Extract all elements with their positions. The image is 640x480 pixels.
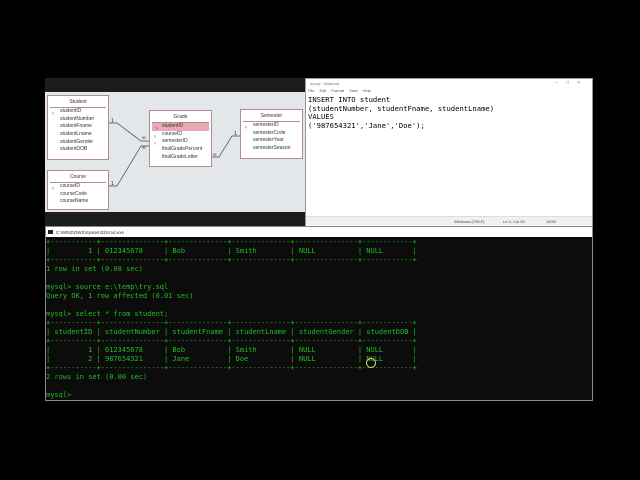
table-field[interactable]: studentDOB	[48, 146, 108, 154]
table-title: Grade	[152, 111, 209, 123]
field-name: studentDOB	[60, 146, 88, 153]
primary-key-icon: ♀	[244, 123, 248, 130]
one-label: 1	[234, 131, 237, 137]
field-name: finalGradePercent	[162, 146, 203, 153]
menu-edit[interactable]: Edit	[319, 88, 326, 93]
field-name: semesterCode	[253, 129, 286, 136]
primary-key-icon: ♀	[153, 132, 157, 139]
table-field[interactable]: courseCode	[48, 191, 108, 199]
many-label: ∞	[142, 145, 146, 151]
table-course[interactable]: Course ♀ courseID courseCode courseName	[47, 170, 109, 210]
field-name: semesterID	[253, 122, 279, 128]
terminal-line: Query OK, 1 row affected (0.01 sec)	[46, 292, 194, 300]
field-name: studentID	[60, 108, 82, 114]
table-title: Semester	[243, 110, 300, 122]
terminal-line: | 2 | 987654321 | Jane | Doe | NULL | NU…	[46, 355, 417, 363]
terminal-line: 1 row in set (0.00 sec)	[46, 265, 143, 273]
table-title: Student	[50, 96, 106, 108]
terminal-line: +-----------+---------------+-----------…	[46, 238, 417, 246]
terminal-line: mysql> source e:\temp\try.sql	[46, 283, 169, 291]
table-field[interactable]: finalGradeLetter	[150, 154, 211, 162]
status-zoom: 100%	[546, 219, 557, 224]
cmd-window: C:\WINDOWS\System32\cmd.exe +-----------…	[45, 226, 593, 401]
many-label: ∞	[213, 152, 217, 158]
table-field[interactable]: ♀ semesterID	[241, 122, 302, 130]
terminal-line: +-----------+---------------+-----------…	[46, 364, 417, 372]
table-field[interactable]: ♀ studentID	[152, 123, 209, 131]
cmd-title-bar: C:\WINDOWS\System32\cmd.exe	[46, 227, 592, 237]
field-name: studentGender	[60, 138, 94, 145]
field-name: studentLname	[60, 131, 92, 138]
table-field[interactable]: ♀ courseID	[150, 131, 211, 139]
terminal-line: | 1 | 012345678 | Bob | Smith | NULL | N…	[46, 247, 417, 255]
field-name: semesterID	[162, 138, 188, 145]
table-field[interactable]: studentGender	[48, 139, 108, 147]
field-name: courseID	[162, 130, 183, 137]
terminal-line: | studentID | studentNumber | studentFna…	[46, 328, 417, 336]
terminal-output[interactable]: +-----------+---------------+-----------…	[46, 237, 592, 400]
mouse-cursor-icon	[366, 358, 376, 368]
table-title: Course	[50, 171, 106, 183]
table-grade[interactable]: Grade ♀ studentID ♀ courseID ♀ semesterID final…	[149, 110, 212, 167]
table-field[interactable]: studentNumber	[48, 116, 108, 124]
primary-key-icon: ♀	[153, 140, 157, 147]
table-field[interactable]: semesterCode	[241, 130, 302, 138]
menu-format[interactable]: Format	[331, 88, 344, 93]
terminal-line: mysql> select * from student;	[46, 310, 169, 318]
field-name: courseName	[60, 198, 89, 205]
primary-key-icon: ♀	[51, 109, 55, 116]
relationships-diagram: 1 ∞ ∞ 1 ∞ 1 Student ♀ studentID studentNumb…	[45, 78, 305, 228]
diagram-canvas: 1 ∞ ∞ 1 ∞ 1 Student ♀ studentID studentNumb…	[45, 92, 305, 212]
notepad-title-bar: try.sql - Notepad –□×	[306, 79, 592, 88]
table-field[interactable]: studentFname	[48, 123, 108, 131]
field-name: semesterYear	[253, 137, 284, 144]
menu-view[interactable]: View	[349, 88, 358, 93]
terminal-line: +-----------+---------------+-----------…	[46, 319, 417, 327]
terminal-line: | 1 | 012345678 | Bob | Smith | NULL | N…	[46, 346, 417, 354]
notepad-title: try.sql - Notepad	[310, 81, 340, 86]
primary-key-icon: ♀	[155, 124, 159, 131]
cmd-icon	[48, 230, 53, 234]
primary-key-icon: ♀	[51, 184, 55, 191]
table-field[interactable]: studentLname	[48, 131, 108, 139]
status-encoding: Windows (CRLF)	[454, 219, 485, 224]
one-label: 1	[111, 118, 114, 124]
table-semester[interactable]: Semester ♀ semesterID semesterCode semesterY…	[240, 109, 303, 159]
menu-help[interactable]: Help	[363, 88, 371, 93]
menu-file[interactable]: File	[308, 88, 314, 93]
notepad-window: try.sql - Notepad –□× File Edit Format View…	[305, 78, 593, 228]
field-name: studentNumber	[60, 115, 95, 122]
terminal-line: mysql>	[46, 391, 72, 399]
field-name: studentFname	[60, 123, 92, 130]
window-controls[interactable]: –□×	[555, 80, 588, 86]
status-position: Ln 4, Col 25	[503, 219, 525, 224]
field-name: courseID	[60, 183, 81, 189]
many-label: ∞	[142, 135, 146, 141]
field-name: courseCode	[60, 190, 87, 197]
table-field[interactable]: courseName	[48, 198, 108, 206]
one-label: 1	[111, 181, 114, 187]
terminal-line: +-----------+---------------+-----------…	[46, 256, 417, 264]
notepad-status-bar: Windows (CRLF) Ln 4, Col 25 100%	[306, 216, 592, 225]
table-field[interactable]: semesterSeason	[241, 145, 302, 153]
table-student[interactable]: Student ♀ studentID studentNumber studentFna…	[47, 95, 109, 160]
cmd-title: C:\WINDOWS\System32\cmd.exe	[56, 230, 125, 235]
table-field[interactable]: ♀ courseID	[48, 183, 108, 191]
rel-course-grade	[109, 145, 149, 187]
table-field[interactable]: semesterYear	[241, 137, 302, 145]
field-name: studentID	[162, 123, 184, 129]
table-field[interactable]: ♀ studentID	[48, 108, 108, 116]
field-name: finalGradeLetter	[162, 153, 198, 160]
table-field[interactable]: ♀ semesterID	[150, 138, 211, 147]
field-name: semesterSeason	[253, 145, 291, 152]
notepad-menu-bar: File Edit Format View Help	[306, 88, 592, 95]
terminal-line: 2 rows in set (0.00 sec)	[46, 373, 148, 381]
notepad-text-area[interactable]: INSERT INTO student (studentNumber, stud…	[306, 95, 592, 215]
terminal-line: +-----------+---------------+-----------…	[46, 337, 417, 345]
table-field[interactable]: finalGradePercent	[150, 146, 211, 154]
